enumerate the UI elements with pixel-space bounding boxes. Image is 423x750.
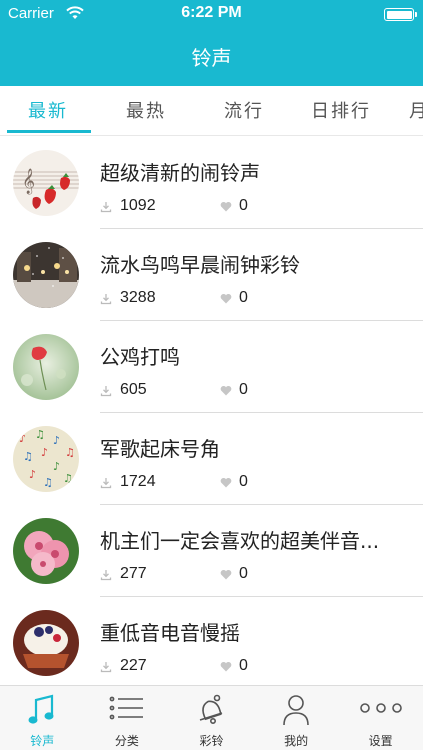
ringtone-title: 公鸡打鸣 xyxy=(100,345,180,369)
like-count: 0 xyxy=(239,381,248,398)
music-notes-thumbnail: ♪ ♫ ♪ ♫ ♫ ♪ ♪ ♪ ♫ ♫ xyxy=(13,426,79,492)
download-icon xyxy=(100,662,112,673)
battery-icon xyxy=(384,8,414,21)
download-icon xyxy=(100,478,112,489)
svg-text:♪: ♪ xyxy=(19,432,26,445)
svg-text:♪: ♪ xyxy=(53,434,60,447)
svg-text:♫: ♫ xyxy=(65,446,75,459)
active-tab-indicator xyxy=(7,130,91,133)
list-item[interactable]: 流水鸟鸣早晨闹钟彩铃 3288 0 xyxy=(0,229,423,321)
svg-text:♫: ♫ xyxy=(43,476,53,489)
strawberry-music-thumbnail: 𝄞 xyxy=(13,150,79,216)
download-icon xyxy=(100,386,112,397)
svg-text:♪: ♪ xyxy=(53,460,60,473)
download-count: 605 xyxy=(120,381,147,398)
ringtone-title: 机主们一定会喜欢的超美伴音... xyxy=(100,529,380,553)
like-count: 0 xyxy=(239,289,248,306)
list-item[interactable]: 𝄞 超级清新的闹铃声 1092 0 xyxy=(0,137,423,229)
tabbar-label: 设置 xyxy=(368,734,393,748)
tab-monthly-rank[interactable]: 月 xyxy=(409,97,423,123)
tab-popular[interactable]: 流行 xyxy=(224,97,264,123)
tabbar-label: 我的 xyxy=(284,734,309,748)
tabbar-label: 分类 xyxy=(114,734,139,748)
list-icon xyxy=(109,696,143,720)
poppy-field-thumbnail xyxy=(13,334,79,400)
like-count: 0 xyxy=(239,197,248,214)
dessert-thumbnail xyxy=(13,610,79,676)
tabbar-item-categories[interactable]: 分类 xyxy=(85,686,170,750)
ringtone-title: 超级清新的闹铃声 xyxy=(100,161,260,185)
like-count: 0 xyxy=(239,565,248,582)
download-count: 1092 xyxy=(120,197,156,214)
list-item[interactable]: 公鸡打鸣 605 0 xyxy=(0,321,423,413)
heart-icon[interactable] xyxy=(220,477,232,488)
svg-text:𝄞: 𝄞 xyxy=(22,168,35,194)
download-icon xyxy=(100,202,112,213)
svg-text:♫: ♫ xyxy=(23,450,33,463)
download-count: 277 xyxy=(120,565,147,582)
heart-icon[interactable] xyxy=(220,569,232,580)
bell-icon xyxy=(200,694,223,724)
category-tabs: 最新 最热 流行 日排行 月 xyxy=(0,86,423,136)
battery-tip xyxy=(415,12,417,17)
tab-newest[interactable]: 最新 xyxy=(28,97,68,123)
like-count: 0 xyxy=(239,473,248,490)
ringtone-title: 军歌起床号角 xyxy=(100,437,220,461)
tabbar-label: 彩铃 xyxy=(199,734,224,748)
list-item[interactable]: 重低音电音慢摇 227 0 xyxy=(0,597,423,685)
bottom-tab-bar: 铃声 分类 彩铃 我的 设置 xyxy=(0,685,423,750)
tab-daily-rank[interactable]: 日排行 xyxy=(311,97,371,123)
music-note-icon xyxy=(28,694,54,724)
svg-text:♫: ♫ xyxy=(35,428,45,441)
more-dots-icon xyxy=(359,703,402,713)
svg-text:♫: ♫ xyxy=(63,472,73,485)
tabbar-item-ringtones[interactable]: 铃声 xyxy=(0,686,85,750)
tabbar-item-color-ring[interactable]: 彩铃 xyxy=(169,686,254,750)
ringtone-list[interactable]: 𝄞 超级清新的闹铃声 1092 0 流水鸟鸣早晨闹钟彩铃 3288 0 公鸡打鸣… xyxy=(0,137,423,685)
heart-icon[interactable] xyxy=(220,385,232,396)
download-count: 227 xyxy=(120,657,147,674)
tabbar-item-mine[interactable]: 我的 xyxy=(254,686,339,750)
tab-hottest[interactable]: 最热 xyxy=(126,97,166,123)
like-count: 0 xyxy=(239,657,248,674)
download-count: 3288 xyxy=(120,289,156,306)
person-icon xyxy=(283,695,309,726)
svg-text:♪: ♪ xyxy=(41,446,48,459)
download-icon xyxy=(100,294,112,305)
tabbar-label: 铃声 xyxy=(30,734,55,748)
tabbar-item-settings[interactable]: 设置 xyxy=(338,686,423,750)
list-item[interactable]: ♪ ♫ ♪ ♫ ♫ ♪ ♪ ♪ ♫ ♫ 军歌起床号角 1724 0 xyxy=(0,413,423,505)
status-time: 6:22 PM xyxy=(181,4,242,21)
ringtone-title: 重低音电音慢摇 xyxy=(100,621,240,645)
list-item[interactable]: 机主们一定会喜欢的超美伴音... 277 0 xyxy=(0,505,423,597)
heart-icon[interactable] xyxy=(220,293,232,304)
heart-icon[interactable] xyxy=(220,661,232,672)
navigation-header: Carrier 6:22 PM 铃声 xyxy=(0,0,423,86)
download-icon xyxy=(100,570,112,581)
status-bar: Carrier 6:22 PM xyxy=(0,0,423,28)
ringtone-title: 流水鸟鸣早晨闹钟彩铃 xyxy=(100,253,300,277)
download-count: 1724 xyxy=(120,473,156,490)
svg-text:♪: ♪ xyxy=(29,468,36,481)
page-title: 铃声 xyxy=(191,46,232,70)
heart-icon[interactable] xyxy=(220,201,232,212)
cherry-blossom-thumbnail xyxy=(13,518,79,584)
night-street-thumbnail xyxy=(13,242,79,308)
